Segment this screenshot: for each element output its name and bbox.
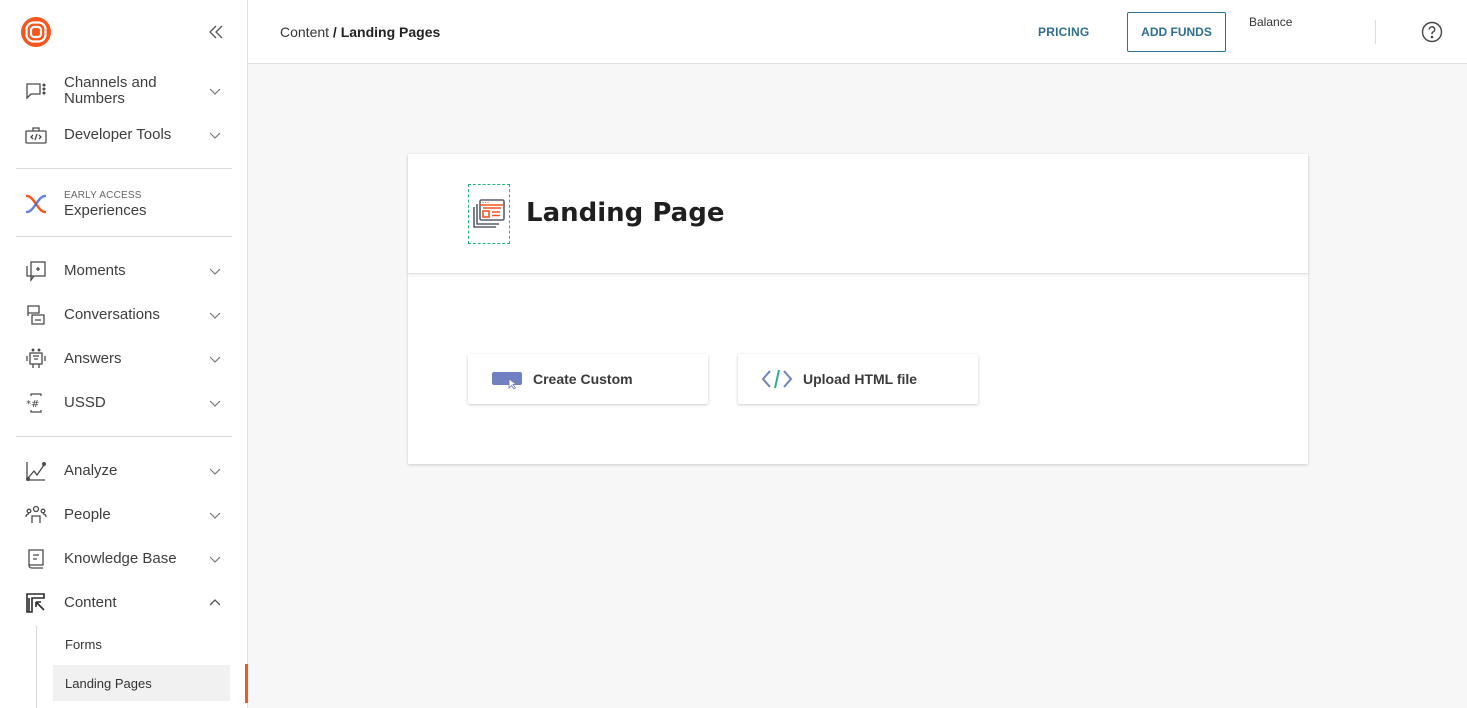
chevron-down-icon [209,312,221,319]
chevron-down-icon [209,356,221,363]
chevron-down-icon [209,400,221,407]
book-icon [28,549,44,569]
conversations-icon [27,305,45,325]
sidebar-item-analyze[interactable]: Analyze [16,459,232,483]
breadcrumb-separator: / [329,24,341,40]
svg-text:*#: *# [26,399,39,410]
sidebar-divider [16,236,232,237]
sidebar-item-label: Channels and Numbers [64,74,157,107]
card-title: Landing Page [526,198,725,228]
balance-label: Balance [1249,15,1293,29]
sidebar-item-label: Conversations [64,306,160,323]
cursor-button-icon [492,372,522,389]
logo-icon[interactable] [20,16,52,48]
sidebar: Channels and Numbers Developer Tools EAR… [0,0,248,708]
active-indicator [245,664,248,703]
chevron-down-icon [209,512,221,519]
sidebar-item-content[interactable]: Content [16,591,232,615]
chart-line-icon [26,462,46,481]
chevron-up-icon [209,599,221,606]
header-divider [1375,20,1376,44]
sidebar-divider [16,168,232,169]
landing-page-icon [473,199,505,228]
sidebar-item-moments[interactable]: Moments [16,259,232,283]
early-access-tag: EARLY ACCESS [64,189,142,201]
sidebar-item-label: People [64,506,111,523]
sidebar-item-label: Answers [64,350,122,367]
bot-icon [26,348,46,368]
people-icon [25,505,47,523]
sidebar-item-experiences[interactable]: EARLY ACCESS Experiences [16,186,232,222]
sidebar-item-label: USSD [64,394,106,411]
breadcrumb: Content / Landing Pages [280,24,440,40]
chevron-down-icon [209,468,221,475]
sidebar-item-label: Moments [64,262,126,279]
code-briefcase-icon [25,127,47,144]
sidebar-divider [16,436,232,437]
sidebar-item-label: Experiences [64,201,147,219]
breadcrumb-current: Landing Pages [340,24,441,40]
experiences-x-icon [25,194,47,214]
sidebar-item-ussd[interactable]: *# USSD [16,391,232,415]
sidebar-item-people[interactable]: People [16,503,232,527]
double-chevron-left-icon [209,25,223,39]
chat-dots-icon [26,83,46,100]
breadcrumb-parent[interactable]: Content [280,24,329,40]
sidebar-item-conversations[interactable]: Conversations [16,303,232,327]
landing-page-icon-box [468,184,510,244]
chevron-down-icon [209,556,221,563]
sidebar-subitem-label: Landing Pages [65,675,152,691]
add-funds-button[interactable]: ADD FUNDS [1127,12,1226,52]
code-icon [761,369,793,389]
help-circle-icon [1421,21,1443,43]
create-custom-button[interactable]: Create Custom [468,354,708,404]
create-custom-label: Create Custom [533,371,633,387]
sidebar-item-label: Developer Tools [64,126,172,143]
card-header: Landing Page [408,154,1308,274]
sidebar-item-label: Knowledge Base [64,550,177,567]
submenu-line [36,626,37,708]
sidebar-item-knowledge-base[interactable]: Knowledge Base [16,547,232,571]
sidebar-subitem-landing-pages[interactable]: Landing Pages [53,665,230,701]
sidebar-item-label: Content [64,594,117,611]
moments-icon [26,261,46,282]
sidebar-subitem-label: Forms [65,636,102,652]
chevron-down-icon [209,132,221,139]
upload-html-label: Upload HTML file [803,371,918,387]
ussd-icon: *# [26,393,42,413]
pricing-link[interactable]: PRICING [1038,22,1089,42]
landing-page-card: Landing Page Create Custom Upload HTML f… [408,154,1308,464]
chevron-down-icon [209,88,221,95]
sidebar-item-developer-tools[interactable]: Developer Tools [16,123,232,147]
sidebar-subitem-forms[interactable]: Forms [53,626,230,662]
sidebar-item-label: Analyze [64,462,118,479]
top-header: Content / Landing Pages PRICING ADD FUND… [248,0,1467,64]
sidebar-item-channels-and-numbers[interactable]: Channels and Numbers [16,75,232,107]
sidebar-item-answers[interactable]: Answers [16,347,232,371]
collapse-sidebar-button[interactable] [205,21,227,43]
help-button[interactable] [1421,21,1443,43]
upload-html-button[interactable]: Upload HTML file [738,354,978,404]
chevron-down-icon [209,268,221,275]
content-icon [26,593,45,613]
